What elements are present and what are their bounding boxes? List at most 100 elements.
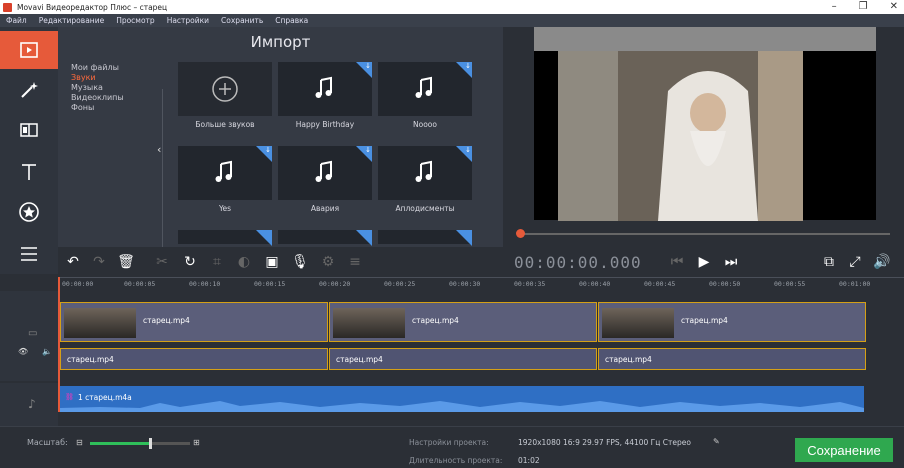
panel-divider <box>162 89 163 259</box>
timeline-ruler[interactable]: 00:00:00 00:00:05 00:00:10 00:00:15 00:0… <box>58 277 904 291</box>
magic-wand-icon <box>21 82 38 98</box>
music-track-header: ♪ <box>0 383 58 426</box>
zoom-out-icon[interactable]: ⊟ <box>76 438 83 447</box>
download-corner-icon[interactable] <box>456 230 472 246</box>
title-bar: Movavi Видеоредактор Плюс – старец – ❐ ✕ <box>0 0 904 14</box>
seek-bar[interactable] <box>520 233 890 235</box>
rotate-icon[interactable]: ↻ <box>180 252 200 272</box>
sound-tile[interactable] <box>178 230 272 246</box>
fullscreen-icon[interactable]: ⤢ <box>845 252 865 272</box>
cut-icon[interactable]: ✂ <box>152 252 172 272</box>
next-frame-icon[interactable]: ⏭ <box>721 252 741 272</box>
menu-edit[interactable]: Редактирование <box>33 16 110 25</box>
tool-sidebar <box>0 27 58 274</box>
equalizer-icon[interactable]: ≡ <box>345 252 365 272</box>
import-tool-button[interactable] <box>0 31 58 69</box>
sound-tile[interactable]: ↓ <box>378 62 472 116</box>
close-button[interactable]: ✕ <box>890 0 898 14</box>
stickers-tool-button[interactable] <box>0 193 58 231</box>
category-my-files[interactable]: Мои файлы <box>70 63 160 73</box>
zoom-in-icon[interactable]: ⊞ <box>193 438 200 447</box>
tile-label: Yes <box>218 204 232 213</box>
download-corner-icon[interactable] <box>256 230 272 246</box>
zoom-label: Масштаб: <box>27 438 68 447</box>
pencil-icon[interactable]: ✎ <box>713 437 720 446</box>
sound-tile[interactable] <box>278 230 372 246</box>
volume-icon[interactable]: 🔊 <box>872 252 892 272</box>
audio-clip[interactable]: старец.mp4 <box>329 348 597 370</box>
titles-tool-button[interactable] <box>0 153 58 191</box>
redo-icon[interactable]: ↷ <box>89 252 109 272</box>
category-backgrounds[interactable]: Фоны <box>70 103 160 113</box>
trash-icon[interactable]: 🗑 <box>116 252 136 272</box>
transitions-tool-button[interactable] <box>0 111 58 149</box>
clip-thumbnail <box>602 308 674 338</box>
play-icon[interactable]: ▶ <box>694 252 714 272</box>
sound-tile[interactable]: ↓ <box>278 62 372 116</box>
video-clip[interactable]: старец.mp4 <box>598 302 866 342</box>
sound-tile[interactable]: ↓ <box>378 146 472 200</box>
category-sounds[interactable]: Звуки <box>70 73 160 83</box>
waveform <box>60 401 864 412</box>
audio-clip[interactable]: старец.mp4 <box>60 348 328 370</box>
minimize-button[interactable]: – <box>832 0 837 14</box>
menu-file[interactable]: Файл <box>0 16 33 25</box>
music-clip[interactable]: ⛓ 1 старец.m4a <box>60 386 864 412</box>
project-settings-label: Настройки проекта: <box>409 438 489 447</box>
crop-icon[interactable]: ⌗ <box>207 252 227 272</box>
microphone-icon[interactable]: 🎙 <box>290 252 310 272</box>
music-note-icon <box>415 160 432 182</box>
sound-tile[interactable]: ↓ <box>278 146 372 200</box>
video-clip[interactable]: старец.mp4 <box>329 302 597 342</box>
video-clip[interactable]: старец.mp4 <box>60 302 328 342</box>
image-icon[interactable]: ▣ <box>262 252 282 272</box>
ruler-tick: 00:00:45 <box>644 280 676 288</box>
category-videoclips[interactable]: Видеоклипы <box>70 93 160 103</box>
transitions-icon <box>20 123 38 137</box>
edit-toolbar: ↶ ↷ 🗑 ✂ ↻ ⌗ ◐ ▣ 🎙 ⚙ ≡ 00:00:00.000 ⏮ ▶ ⏭… <box>58 247 904 277</box>
maximize-button[interactable]: ❐ <box>859 0 868 14</box>
popout-icon[interactable]: ⧉ <box>819 252 839 272</box>
more-tools-button[interactable] <box>0 235 58 273</box>
project-settings-value: 1920x1080 16:9 29.97 FPS, 44100 Гц Стере… <box>518 438 691 447</box>
category-music[interactable]: Музыка <box>70 83 160 93</box>
undo-icon[interactable]: ↶ <box>63 252 83 272</box>
ruler-tick: 00:00:15 <box>254 280 286 288</box>
playhead[interactable] <box>58 277 60 412</box>
category-list: Мои файлы Звуки Музыка Видеоклипы Фоны <box>70 63 160 263</box>
more-sounds-tile[interactable] <box>178 62 272 116</box>
sound-tile[interactable]: ↓ <box>178 146 272 200</box>
collapse-arrow-icon[interactable]: ‹ <box>157 143 161 156</box>
clip-name: старец.mp4 <box>681 316 728 325</box>
gear-icon[interactable]: ⚙ <box>318 252 338 272</box>
menu-help[interactable]: Справка <box>269 16 314 25</box>
project-duration-value: 01:02 <box>518 456 540 465</box>
ruler-tick: 00:00:10 <box>189 280 221 288</box>
audio-clip-name: старец.mp4 <box>605 355 652 364</box>
previous-frame-icon[interactable]: ⏮ <box>667 252 687 272</box>
ruler-tick: 00:00:50 <box>709 280 741 288</box>
audio-clip[interactable]: старец.mp4 <box>598 348 866 370</box>
sound-tile[interactable] <box>378 230 472 246</box>
tile-label: Аплодисменты <box>395 204 455 213</box>
window-title: Movavi Видеоредактор Плюс – старец <box>17 2 168 12</box>
menu-view[interactable]: Просмотр <box>110 16 161 25</box>
download-corner-icon[interactable] <box>356 230 372 246</box>
ruler-tick: 00:00:00 <box>62 280 94 288</box>
video-top-band <box>534 27 876 51</box>
star-badge-icon <box>19 202 39 222</box>
seek-handle[interactable] <box>516 229 525 238</box>
eye-icon[interactable]: 👁 <box>18 347 28 356</box>
clip-thumbnail <box>333 308 405 338</box>
music-note-icon: ♪ <box>28 397 36 411</box>
menu-save[interactable]: Сохранить <box>215 16 269 25</box>
save-button[interactable]: Сохранение <box>795 438 893 462</box>
mute-icon[interactable]: 🔈 <box>42 347 52 356</box>
filters-tool-button[interactable] <box>0 71 58 109</box>
color-adjust-icon[interactable]: ◐ <box>234 252 254 272</box>
menu-settings[interactable]: Настройки <box>161 16 215 25</box>
ruler-tick: 00:01:00 <box>839 280 871 288</box>
text-icon <box>22 164 36 180</box>
zoom-slider-handle[interactable] <box>149 438 152 449</box>
film-import-icon <box>20 42 38 58</box>
